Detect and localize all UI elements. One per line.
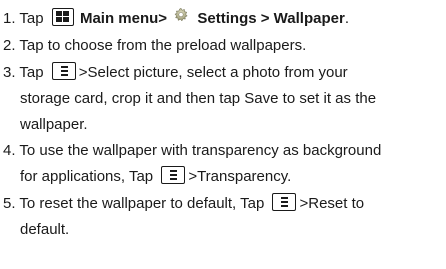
step-text: To use the wallpaper with transparency a…: [19, 142, 382, 159]
step-text: Tap to choose from the preload wallpaper…: [19, 37, 307, 54]
step-4: 4. To use the wallpaper with transparenc…: [3, 141, 381, 161]
step-3-line-3: wallpaper.: [20, 115, 88, 135]
main-menu-label: Main menu: [79, 10, 159, 27]
step-3-line-2: storage card, crop it and then tap Save …: [20, 89, 376, 109]
step-5-line-2: default.: [20, 220, 69, 240]
main-menu-icon: [51, 8, 74, 27]
step-text-cont: >Transparency.: [188, 168, 292, 185]
options-menu-icon: [51, 62, 76, 81]
options-menu-icon: [161, 166, 186, 185]
step-number: 3.: [3, 64, 16, 81]
step-5: 5. To reset the wallpaper to default, Ta…: [3, 193, 365, 214]
step-number: 4.: [3, 142, 16, 159]
settings-wallpaper-label: Settings > Wallpaper: [197, 10, 345, 27]
step-text: storage card, crop it and then tap Save …: [20, 90, 377, 107]
separator: >: [158, 10, 168, 27]
step-number: 5.: [3, 195, 16, 212]
step-text: for applications, Tap: [20, 168, 154, 185]
step-text: wallpaper.: [20, 116, 88, 133]
step-text: default.: [20, 221, 70, 238]
step-2: 2. Tap to choose from the preload wallpa…: [3, 36, 306, 56]
step-text: Tap: [19, 10, 44, 27]
step-number: 1.: [3, 10, 16, 27]
step-3: 3. Tap >Select picture, select a photo f…: [3, 62, 348, 83]
step-4-line-2: for applications, Tap >Transparency.: [20, 166, 292, 187]
gear-icon: [173, 7, 189, 23]
step-number: 2.: [3, 37, 16, 54]
step-text: Tap: [19, 64, 44, 81]
period: .: [344, 10, 349, 27]
step-text-cont: >Select picture, select a photo from you…: [78, 64, 348, 81]
step-text-cont: >Reset to: [299, 195, 365, 212]
step-text: To reset the wallpaper to default, Tap: [19, 195, 265, 212]
options-menu-icon: [272, 193, 297, 212]
step-1: 1. Tap Main menu> Settings > Wallpaper.: [3, 7, 349, 29]
